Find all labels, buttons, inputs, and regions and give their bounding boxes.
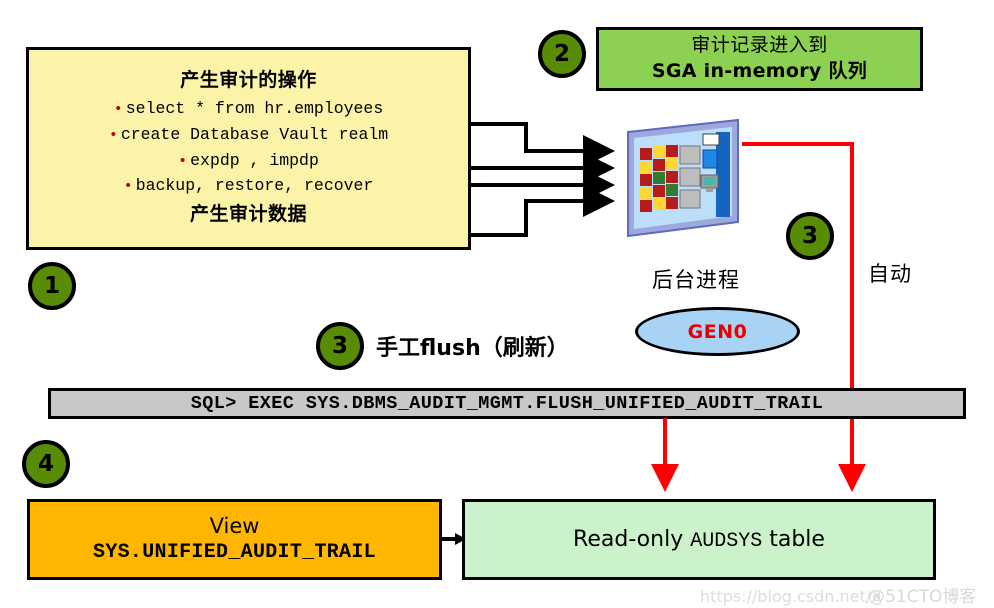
automatic-label: 自动 (868, 262, 912, 286)
view-box-title: View (209, 513, 260, 538)
bullet-icon: • (113, 100, 123, 118)
step-marker-1: 1 (28, 262, 76, 310)
manual-flush-label: 手工flush（刷新） (376, 336, 569, 361)
ops-list: • select * from hr.employees • create Data… (35, 96, 462, 199)
watermark-site: @51CTO博客 (868, 587, 977, 607)
background-process-label: 后台进程 (652, 268, 740, 292)
list-item: • backup, restore, recover (35, 173, 462, 199)
ops-box-footer: 产生审计数据 (189, 203, 307, 226)
audit-flow-arrows (468, 122, 615, 237)
diagram-canvas: 产生审计的操作 • select * from hr.employees • cre… (0, 0, 994, 608)
audsys-box-text: Read-only AUDSYS table (573, 527, 825, 553)
database-server-rack-icon (627, 118, 739, 238)
step-marker-3-automatic: 3 (786, 212, 834, 260)
step-marker-2: 2 (538, 30, 586, 78)
audit-operations-box: 产生审计的操作 • select * from hr.employees • cre… (26, 47, 471, 250)
gen0-process-ellipse: GEN0 (635, 307, 800, 356)
bullet-icon: • (178, 152, 188, 170)
ops-box-title: 产生审计的操作 (180, 69, 317, 92)
ops-item-label: select * from hr.employees (125, 98, 384, 118)
bullet-icon: • (108, 126, 118, 144)
list-item: • select * from hr.employees (35, 96, 462, 122)
ops-item-label: backup, restore, recover (135, 176, 374, 196)
step-marker-4: 4 (22, 440, 70, 488)
ops-item-label: expdp , impdp (190, 150, 319, 170)
sga-in-memory-queue-box: 审计记录进入到 SGA in-memory 队列 (596, 27, 923, 91)
list-item: • expdp , impdp (35, 148, 462, 174)
step-number: 1 (43, 273, 60, 299)
audsys-table-box: Read-only AUDSYS table (462, 499, 936, 580)
sql-command-bar[interactable]: SQL> EXEC SYS.DBMS_AUDIT_MGMT.FLUSH_UNIF… (48, 388, 966, 419)
step-number: 2 (553, 41, 570, 67)
bullet-icon: • (123, 178, 133, 196)
list-item: • create Database Vault realm (35, 122, 462, 148)
sql-command-text: SQL> EXEC SYS.DBMS_AUDIT_MGMT.FLUSH_UNIF… (190, 393, 824, 414)
step-number: 3 (801, 223, 818, 249)
audsys-suffix: table (762, 526, 825, 552)
view-box-name: SYS.UNIFIED_AUDIT_TRAIL (93, 541, 376, 565)
step-number: 4 (37, 451, 54, 477)
watermark: https://blog.csdn.net/X@51CTO博客 (700, 582, 976, 607)
step-marker-3-manual: 3 (316, 322, 364, 370)
audsys-schema-name: AUDSYS (690, 529, 763, 553)
view-box: View SYS.UNIFIED_AUDIT_TRAIL (27, 499, 442, 580)
watermark-url: https://blog.csdn.net/X (700, 587, 883, 606)
gen0-label: GEN0 (687, 320, 748, 343)
step-number: 3 (331, 333, 348, 359)
audsys-prefix: Read-only (573, 526, 691, 552)
sga-box-line1: 审计记录进入到 (691, 34, 828, 57)
manual-flush-red-arrow (651, 418, 679, 492)
ops-item-label: create Database Vault realm (120, 124, 389, 144)
sga-box-line2: SGA in-memory 队列 (651, 60, 868, 83)
